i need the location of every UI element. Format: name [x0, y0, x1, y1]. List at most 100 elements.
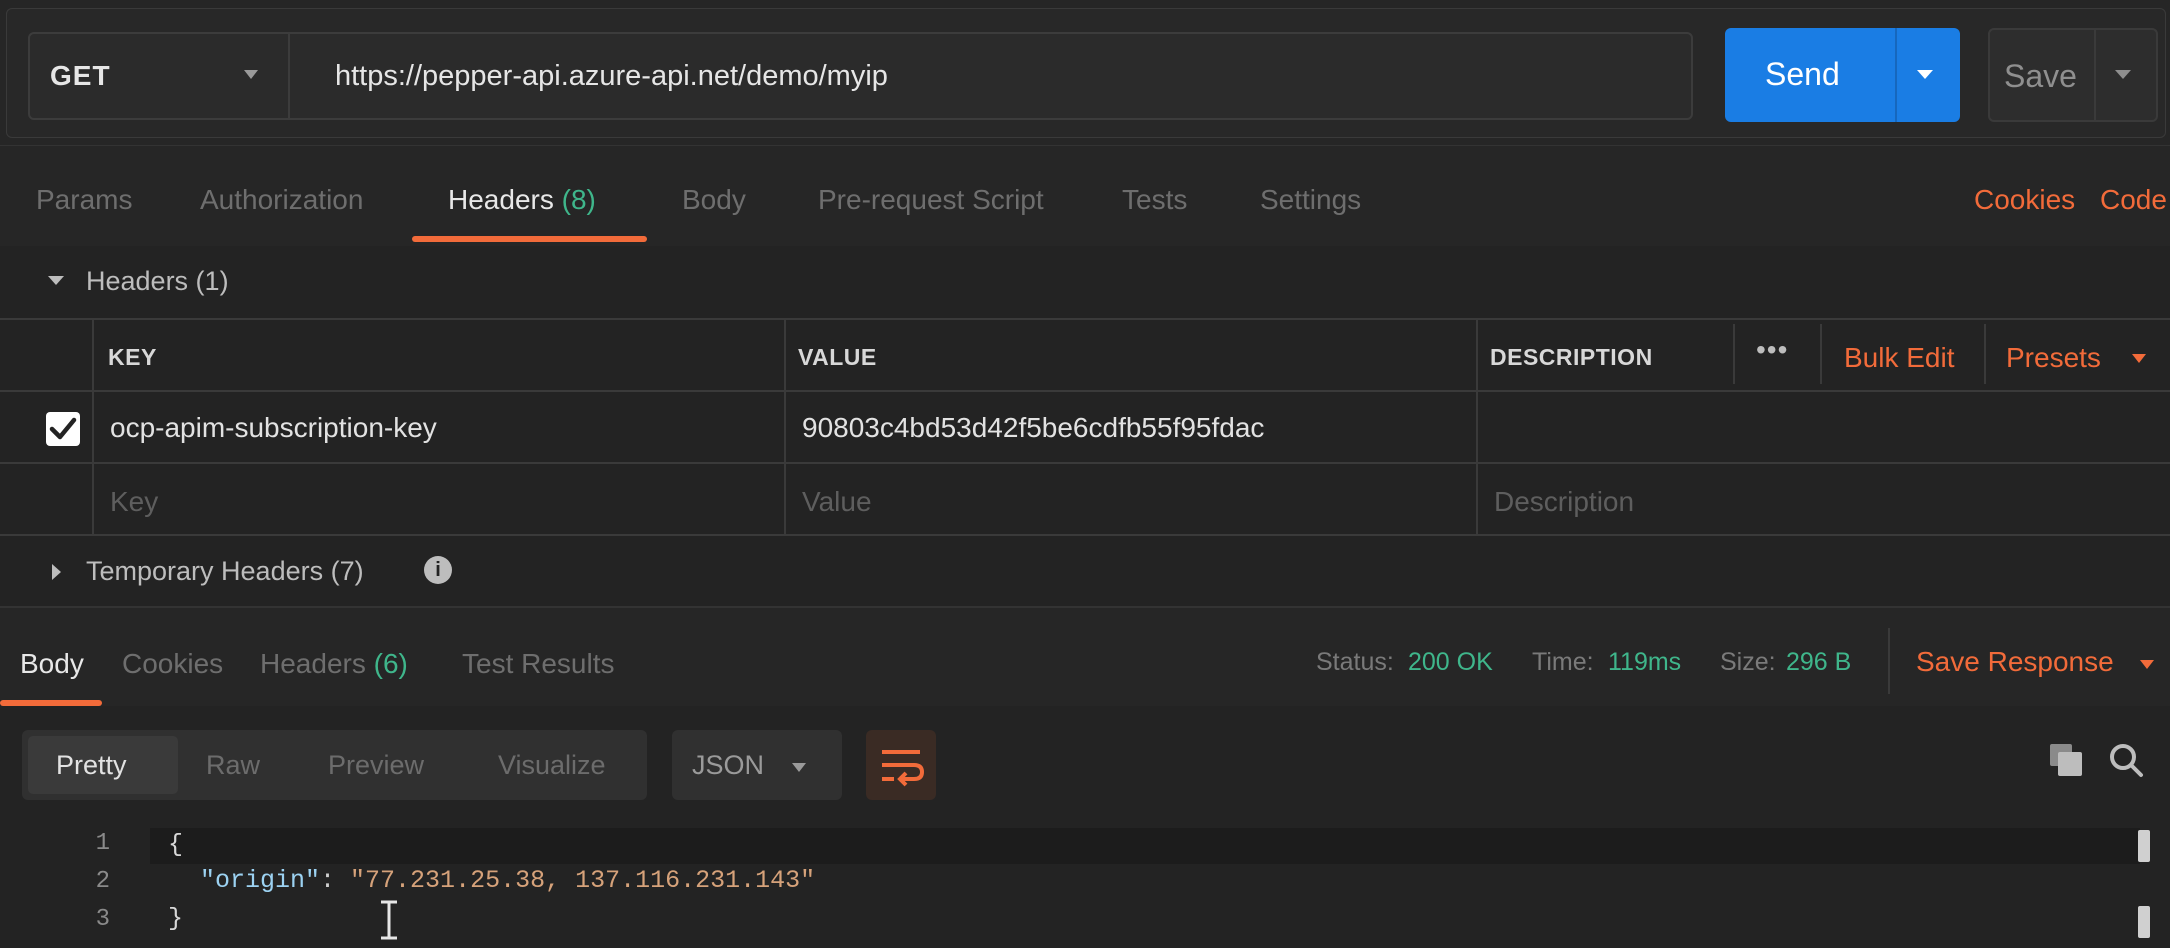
wrap-lines-button[interactable]: [866, 730, 936, 800]
info-icon[interactable]: i: [424, 556, 452, 584]
new-header-row: Key Value Description: [0, 464, 2170, 536]
save-dropdown-icon[interactable]: [2115, 70, 2131, 79]
tab-pre-request-script[interactable]: Pre-request Script: [818, 184, 1044, 216]
line-number: 1: [95, 830, 110, 857]
response-tab-headers[interactable]: Headers (6): [260, 648, 408, 680]
response-tab-cookies[interactable]: Cookies: [122, 648, 223, 680]
save-divider: [2094, 30, 2096, 120]
key-placeholder[interactable]: Key: [110, 486, 158, 518]
column-description: DESCRIPTION: [1490, 344, 1653, 370]
tab-body[interactable]: Body: [682, 184, 746, 216]
presets-divider: [1984, 324, 1986, 384]
key-column-divider: [784, 320, 786, 536]
line-number: 2: [95, 868, 110, 895]
view-raw-button[interactable]: Raw: [206, 750, 260, 781]
value-column-divider: [1476, 320, 1478, 536]
response-tabs: Body Cookies Headers (6) Test Results St…: [0, 606, 2170, 706]
status-label: Status:: [1316, 648, 1394, 676]
response-tab-body[interactable]: Body: [20, 648, 84, 680]
request-input-group: GET: [28, 32, 1693, 120]
tab-params[interactable]: Params: [36, 184, 132, 216]
send-divider: [1895, 28, 1897, 122]
response-tab-test-results[interactable]: Test Results: [462, 648, 615, 680]
json-colon: :: [320, 866, 351, 895]
code-link[interactable]: Code: [2100, 184, 2167, 216]
code-line-1: {: [168, 830, 184, 859]
save-response-label: Save Response: [1916, 646, 2114, 677]
check-icon: [49, 417, 77, 440]
headers-table-header: KEY VALUE DESCRIPTION ••• Bulk Edit Pres…: [0, 320, 2170, 392]
header-key-cell[interactable]: ocp-apim-subscription-key: [110, 412, 437, 444]
time-label: Time:: [1532, 648, 1594, 676]
presets-link[interactable]: Presets: [2006, 342, 2101, 374]
tab-headers-count: (8): [561, 184, 596, 215]
response-body-editor[interactable]: 1 { 2 "origin": "77.231.25.38, 137.116.2…: [0, 824, 2170, 948]
save-response-button[interactable]: Save Response: [1888, 628, 2170, 694]
status-value[interactable]: 200 OK: [1408, 648, 1493, 677]
save-response-chevron-down-icon: [2140, 660, 2154, 669]
view-pretty-button[interactable]: Pretty: [56, 750, 127, 781]
method-label: GET: [50, 60, 111, 91]
code-line-2: "origin": "77.231.25.38, 137.116.231.143…: [200, 866, 815, 895]
request-url-bar: GET Send Save: [0, 0, 2170, 146]
view-preview-button[interactable]: Preview: [328, 750, 424, 781]
view-visualize-button[interactable]: Visualize: [498, 750, 606, 781]
scrollbar-marker[interactable]: [2138, 906, 2150, 938]
save-button[interactable]: Save: [1988, 28, 2158, 122]
size-label: Size:: [1720, 648, 1776, 676]
code-line-3: }: [168, 904, 184, 933]
tab-tests[interactable]: Tests: [1122, 184, 1187, 216]
value-placeholder[interactable]: Value: [802, 486, 872, 518]
cookies-link[interactable]: Cookies: [1974, 184, 2075, 216]
format-chevron-down-icon: [792, 763, 806, 772]
bulk-edit-link[interactable]: Bulk Edit: [1844, 342, 1955, 374]
url-input[interactable]: [315, 34, 1685, 118]
method-select[interactable]: GET: [30, 34, 290, 118]
tab-authorization[interactable]: Authorization: [200, 184, 363, 216]
request-tabs: Params Authorization Headers (8) Body Pr…: [0, 146, 2170, 246]
tab-headers-label: Headers: [448, 184, 554, 215]
scrollbar-marker[interactable]: [2138, 830, 2150, 862]
headers-section: Headers (1) KEY VALUE DESCRIPTION ••• Bu…: [0, 246, 2170, 606]
save-label: Save: [2004, 58, 2077, 94]
more-options-icon[interactable]: •••: [1756, 334, 1788, 366]
tab-headers[interactable]: Headers (8): [448, 184, 596, 216]
active-line-highlight: [150, 828, 2140, 864]
expand-triangle-icon[interactable]: [52, 564, 61, 580]
time-value[interactable]: 119ms: [1608, 648, 1681, 677]
send-label: Send: [1765, 56, 1840, 92]
headers-table: KEY VALUE DESCRIPTION ••• Bulk Edit Pres…: [0, 318, 2170, 536]
temporary-headers-title[interactable]: Temporary Headers (7): [86, 556, 364, 587]
header-enabled-checkbox[interactable]: [46, 412, 80, 446]
header-value-cell[interactable]: 90803c4bd53d42f5be6cdfb55f95fdac: [802, 412, 1264, 444]
format-label: JSON: [692, 750, 765, 780]
response-tab-headers-count: (6): [373, 648, 408, 679]
line-number: 3: [95, 906, 110, 933]
json-value: "77.231.25.38, 137.116.231.143": [350, 866, 816, 895]
table-row: ocp-apim-subscription-key 90803c4bd53d42…: [0, 392, 2170, 464]
headers-section-title[interactable]: Headers (1): [86, 266, 229, 297]
collapse-triangle-icon[interactable]: [48, 276, 64, 285]
chevron-down-icon: [244, 70, 258, 79]
presets-chevron-down-icon[interactable]: [2132, 354, 2146, 363]
checkbox-column-divider: [92, 320, 94, 536]
size-value[interactable]: 296 B: [1786, 648, 1851, 677]
active-tab-indicator: [412, 236, 647, 242]
view-mode-group: Pretty Raw Preview Visualize: [22, 730, 647, 800]
format-select[interactable]: JSON: [672, 730, 842, 800]
json-key: "origin": [200, 866, 321, 895]
header-action-divider: [1733, 324, 1735, 384]
column-key: KEY: [108, 344, 157, 370]
send-button[interactable]: Send: [1725, 28, 1960, 122]
text-cursor-icon: [381, 900, 397, 940]
response-tab-headers-label: Headers: [260, 648, 366, 679]
send-dropdown-icon[interactable]: [1917, 70, 1933, 79]
bulk-edit-divider: [1820, 324, 1822, 384]
wrap-lines-icon: [882, 750, 925, 787]
response-toolbar: Pretty Raw Preview Visualize JSON: [0, 706, 2170, 824]
column-value: VALUE: [798, 344, 877, 370]
description-placeholder[interactable]: Description: [1494, 486, 1634, 518]
search-icon[interactable]: [2108, 742, 2144, 778]
tab-settings[interactable]: Settings: [1260, 184, 1361, 216]
copy-icon[interactable]: [2048, 742, 2084, 778]
